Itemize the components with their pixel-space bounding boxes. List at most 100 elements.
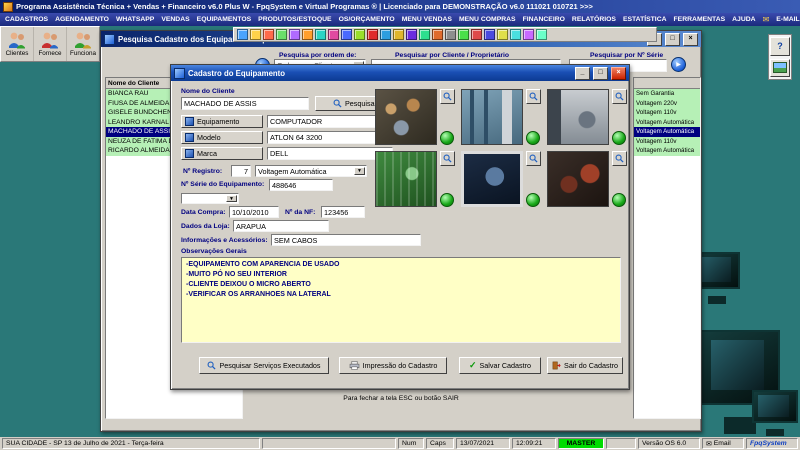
accessories-field[interactable]: SEM CABOS xyxy=(271,234,421,246)
photo-zoom-button[interactable] xyxy=(526,89,541,104)
photo-load-button[interactable] xyxy=(440,131,454,145)
toolbar-icon[interactable] xyxy=(263,29,274,40)
toolbar-icon[interactable] xyxy=(302,29,313,40)
dropdown-arrow-icon[interactable]: ▼ xyxy=(354,167,365,175)
toolbar-icon[interactable] xyxy=(250,29,261,40)
close-button[interactable]: × xyxy=(611,66,626,80)
order-label: Pesquisa por ordem de: xyxy=(279,52,357,59)
photo-zoom-button[interactable] xyxy=(440,151,455,166)
equipamento-button[interactable]: Equipamento xyxy=(181,115,263,128)
toolbar-icon[interactable] xyxy=(380,29,391,40)
serial-field[interactable]: 488646 xyxy=(269,179,333,191)
menu-vendas[interactable]: VENDAS xyxy=(161,16,189,23)
equipment-photo[interactable] xyxy=(461,89,523,145)
toolbar-icon[interactable] xyxy=(523,29,534,40)
toolbar-icon[interactable] xyxy=(484,29,495,40)
menu-agendamento[interactable]: AGENDAMENTO xyxy=(55,16,109,23)
photo-zoom-button[interactable] xyxy=(612,89,627,104)
gallery-button[interactable] xyxy=(770,58,790,77)
toolbar-icon[interactable] xyxy=(406,29,417,40)
app-titlebar: Programa Assistência Técnica + Vendas + … xyxy=(0,0,800,13)
photo-load-button[interactable] xyxy=(612,193,626,207)
photo-load-button[interactable] xyxy=(440,193,454,207)
close-button[interactable]: × xyxy=(683,32,698,46)
menu-financeiro[interactable]: FINANCEIRO xyxy=(523,16,565,23)
menu-menu-compras[interactable]: MENU COMPRAS xyxy=(459,16,516,23)
maximize-button[interactable]: □ xyxy=(665,32,680,46)
toolbar-icon[interactable] xyxy=(315,29,326,40)
minimize-button[interactable]: _ xyxy=(575,66,590,80)
equipment-photo[interactable] xyxy=(461,151,523,207)
toolbar-icon[interactable] xyxy=(289,29,300,40)
store-field[interactable]: ARAPUA xyxy=(233,220,329,232)
menu-os-orcamento[interactable]: OS/ORÇAMENTO xyxy=(339,16,395,23)
grid-cell[interactable]: Voltagem Automática xyxy=(634,146,700,156)
menu-ferramentas[interactable]: FERRAMENTAS xyxy=(674,16,726,23)
equipment-photo[interactable] xyxy=(375,89,437,145)
voltage-combo[interactable]: Voltagem Automática ▼ xyxy=(255,165,367,177)
status-email[interactable]: ✉ Email xyxy=(702,438,744,449)
toolbar-icon[interactable] xyxy=(471,29,482,40)
toolbar-icon[interactable] xyxy=(276,29,287,40)
equipment-photo[interactable] xyxy=(547,151,609,207)
grid-cell[interactable]: Voltagem 220v xyxy=(634,98,700,108)
registry-field[interactable]: 7 xyxy=(231,165,251,177)
menu-cadastros[interactable]: CADASTROS xyxy=(5,16,48,23)
toolbar-icon[interactable] xyxy=(354,29,365,40)
menu-produtos-estoque[interactable]: PRODUTOS/ESTOQUE xyxy=(258,16,331,23)
marca-value: DELL xyxy=(270,149,289,158)
photo-zoom-button[interactable] xyxy=(440,89,455,104)
clientes-button[interactable]: Clientes xyxy=(1,27,34,61)
photo-zoom-button[interactable] xyxy=(526,151,541,166)
menu-whatsapp[interactable]: WHATSAPP xyxy=(116,16,154,23)
toolbar-icon[interactable] xyxy=(510,29,521,40)
toolbar-icon[interactable] xyxy=(445,29,456,40)
equipment-photo[interactable] xyxy=(547,89,609,145)
maximize-button[interactable]: □ xyxy=(593,66,608,80)
services-button[interactable]: Pesquisar Serviços Executados xyxy=(199,357,329,374)
grid-cell[interactable]: Voltagem Automática xyxy=(634,117,700,127)
menu-ajuda[interactable]: AJUDA xyxy=(732,16,755,23)
print-button[interactable]: Impressão do Cadastro xyxy=(339,357,447,374)
fornecedores-button[interactable]: Fornece xyxy=(34,27,67,61)
toolbar-icon[interactable] xyxy=(341,29,352,40)
menu-relatorios[interactable]: RELATÓRIOS xyxy=(572,16,616,23)
equipment-photo[interactable] xyxy=(375,151,437,207)
status-location: SUA CIDADE - SP 13 de Julho de 2021 - Te… xyxy=(2,438,260,449)
photo-load-button[interactable] xyxy=(526,131,540,145)
grid-cell[interactable]: Voltagem 110v xyxy=(634,136,700,146)
help-button[interactable]: ? xyxy=(770,37,790,56)
toolbar-icon[interactable] xyxy=(237,29,248,40)
aux-combo[interactable]: ▼ xyxy=(181,193,239,204)
toolbar-icon[interactable] xyxy=(367,29,378,40)
exit-button[interactable]: Sair do Cadastro xyxy=(547,357,623,374)
funcionarios-button[interactable]: Funciona xyxy=(67,27,99,61)
grid-cell[interactable]: Sem Garantia xyxy=(634,89,700,99)
toolbar-icon[interactable] xyxy=(536,29,547,40)
photo-zoom-button[interactable] xyxy=(612,151,627,166)
dropdown-arrow-icon[interactable]: ▼ xyxy=(226,195,237,202)
menu-email[interactable]: E-MAIL xyxy=(776,16,799,23)
status-brand[interactable]: FpqSystem xyxy=(746,438,798,449)
toolbar-icon[interactable] xyxy=(432,29,443,40)
photo-load-button[interactable] xyxy=(612,131,626,145)
save-button[interactable]: ✓ Salvar Cadastro xyxy=(459,357,541,374)
toolbar-icon[interactable] xyxy=(328,29,339,40)
purchase-date-field[interactable]: 10/10/2010 xyxy=(229,206,279,218)
toolbar-icon[interactable] xyxy=(497,29,508,40)
photo-load-button[interactable] xyxy=(526,193,540,207)
serial-search-button[interactable]: ▶ xyxy=(671,57,686,72)
modelo-button[interactable]: Modelo xyxy=(181,131,263,144)
obs-textarea[interactable]: -EQUIPAMENTO COM APARENCIA DE USADO -MUI… xyxy=(181,257,621,343)
menu-estatistica[interactable]: ESTATÍSTICA xyxy=(623,16,667,23)
nf-field[interactable]: 123456 xyxy=(321,206,365,218)
client-name-field[interactable]: MACHADO DE ASSIS xyxy=(181,97,309,110)
grid-cell-selected[interactable]: Voltagem Automática xyxy=(634,127,700,137)
marca-button[interactable]: Marca xyxy=(181,147,263,160)
toolbar-icon[interactable] xyxy=(393,29,404,40)
toolbar-icon[interactable] xyxy=(419,29,430,40)
grid-cell[interactable]: Voltagem 110v xyxy=(634,108,700,118)
menu-equipamentos[interactable]: EQUIPAMENTOS xyxy=(197,16,252,23)
menu-menu-vendas[interactable]: MENU VENDAS xyxy=(402,16,452,23)
toolbar-icon[interactable] xyxy=(458,29,469,40)
